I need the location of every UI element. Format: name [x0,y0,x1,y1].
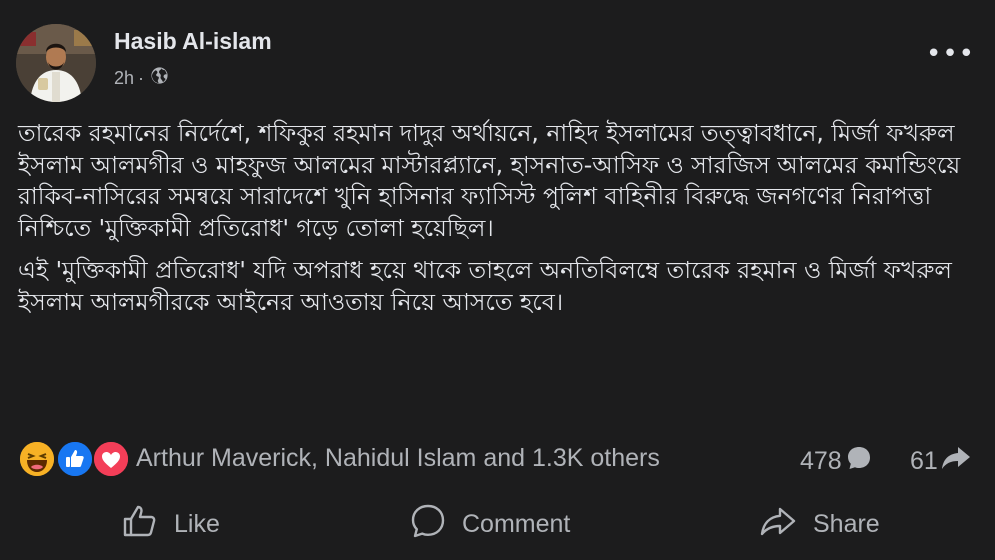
comment-label: Comment [462,509,571,538]
comment-count-value: 478 [800,447,842,475]
comment-count[interactable]: 478 [800,443,874,480]
post-actions: Like Comment Share [0,496,995,552]
post-body: তারেক রহমানের নির্দেশে, শফিকুর রহমান দাদ… [18,118,968,318]
like-icon [56,440,94,478]
share-icon [757,501,813,548]
haha-icon [18,440,56,478]
facebook-post: Hasib Al-islam 2h · ••• তারেক রহমানের নি… [0,0,995,560]
share-count-value: 61 [910,447,938,475]
author-name[interactable]: Hasib Al-islam [114,28,272,55]
more-options-button[interactable]: ••• [926,41,975,67]
avatar[interactable] [16,24,96,102]
love-icon [92,440,130,478]
like-thumb-icon [120,501,174,548]
reaction-names[interactable]: Arthur Maverick, Nahidul Islam and 1.3K … [136,444,660,473]
post-paragraph: এই 'মুক্তিকামী প্রতিরোধ' যদি অপরাধ হয়ে … [18,256,952,316]
reaction-icons [18,440,130,478]
share-button[interactable]: Share [757,496,880,552]
post-paragraph: তারেক রহমানের নির্দেশে, শফিকুর রহমান দাদ… [18,119,961,242]
like-button[interactable]: Like [120,496,220,552]
comment-icon [408,501,462,548]
meta-separator: · [138,67,145,88]
globe-icon[interactable] [150,66,169,90]
like-label: Like [174,509,220,538]
share-label: Share [813,509,880,538]
comment-bubble-icon [842,443,874,480]
avatar-image [16,24,96,102]
post-meta: 2h · [114,66,169,90]
share-count[interactable]: 61 [910,443,972,480]
reactions-summary[interactable]: Arthur Maverick, Nahidul Islam and 1.3K … [18,440,660,478]
comment-button[interactable]: Comment [408,496,570,552]
share-arrow-icon [938,443,972,480]
post-timestamp[interactable]: 2h [114,68,134,89]
